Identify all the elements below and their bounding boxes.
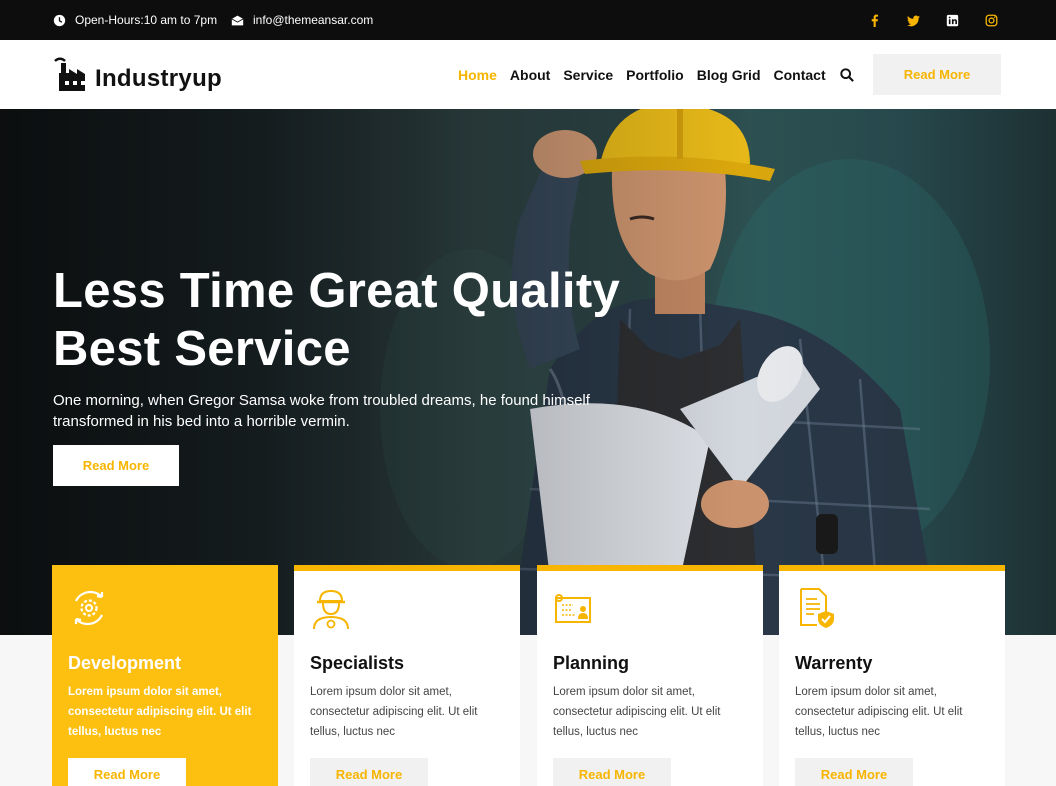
- gear-cycle-icon: [74, 590, 104, 626]
- envelope-icon: [231, 15, 244, 25]
- card-title: Planning: [553, 653, 629, 673]
- main-nav: Home About Service Portfolio Blog Grid C…: [458, 40, 854, 109]
- nav-about[interactable]: About: [510, 67, 550, 83]
- nav-home[interactable]: Home: [458, 67, 497, 83]
- service-card-planning: Planning Lorem ipsum dolor sit amet, con…: [537, 565, 763, 786]
- email-text[interactable]: info@themeansar.com: [253, 13, 373, 27]
- twitter-icon[interactable]: [907, 14, 920, 27]
- site-logo[interactable]: Industryup: [53, 55, 222, 95]
- card-read-more-button[interactable]: Read More: [795, 758, 913, 786]
- linkedin-icon[interactable]: [946, 14, 959, 27]
- clock-icon: [53, 14, 66, 26]
- nav-contact[interactable]: Contact: [774, 67, 826, 83]
- nav-blog-grid[interactable]: Blog Grid: [697, 67, 761, 83]
- site-header: Industryup Home About Service Portfolio …: [0, 40, 1056, 109]
- search-icon[interactable]: [839, 67, 854, 82]
- hero-read-more-button[interactable]: Read More: [53, 445, 179, 486]
- card-text: Lorem ipsum dolor sit amet, consectetur …: [795, 686, 963, 738]
- card-read-more-button[interactable]: Read More: [553, 758, 671, 786]
- blueprint-icon: [555, 594, 591, 623]
- card-read-more-button[interactable]: Read More: [68, 758, 186, 786]
- opening-hours: Open-Hours:10 am to 7pm: [53, 0, 217, 40]
- hero-title-line-1: Less Time Great Quality: [53, 264, 621, 318]
- header-read-more-button[interactable]: Read More: [873, 54, 1001, 95]
- factory-icon: [54, 57, 85, 91]
- opening-hours-text: Open-Hours:10 am to 7pm: [75, 13, 218, 27]
- document-shield-icon: [800, 588, 834, 628]
- card-text: Lorem ipsum dolor sit amet, consectetur …: [310, 686, 478, 738]
- top-bar: Open-Hours:10 am to 7pm info@themeansar.…: [0, 0, 1056, 40]
- facebook-icon[interactable]: [868, 14, 881, 27]
- social-links: [868, 0, 998, 40]
- hero-banner: Less Time Great Quality Best Service One…: [0, 109, 1056, 635]
- card-text: Lorem ipsum dolor sit amet, consectetur …: [68, 686, 252, 738]
- nav-service[interactable]: Service: [563, 67, 613, 83]
- hero-description: One morning, when Gregor Samsa woke from…: [53, 392, 590, 430]
- card-title: Development: [68, 653, 182, 673]
- card-title: Warrenty: [795, 653, 873, 673]
- card-text: Lorem ipsum dolor sit amet, consectetur …: [553, 686, 721, 738]
- logo-text: Industryup: [95, 65, 222, 92]
- hero-title-line-2: Best Service: [53, 322, 351, 376]
- contact-email[interactable]: info@themeansar.com: [231, 0, 373, 40]
- worker-icon: [313, 589, 349, 629]
- service-card-warrenty: Warrenty Lorem ipsum dolor sit amet, con…: [779, 565, 1005, 786]
- card-title: Specialists: [310, 653, 405, 673]
- service-card-specialists: Specialists Lorem ipsum dolor sit amet, …: [294, 565, 520, 786]
- hero-title: Less Time Great Quality Best Service: [53, 262, 653, 378]
- nav-portfolio[interactable]: Portfolio: [626, 67, 684, 83]
- instagram-icon[interactable]: [985, 14, 998, 27]
- card-read-more-button[interactable]: Read More: [310, 758, 428, 786]
- service-card-development: Development Lorem ipsum dolor sit amet, …: [52, 565, 278, 786]
